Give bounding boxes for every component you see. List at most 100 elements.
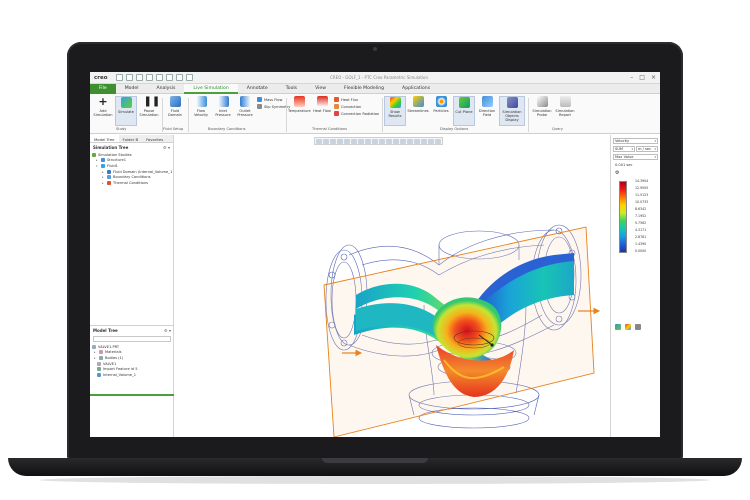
add-simulation-button[interactable]: + Add Simulation <box>92 96 114 126</box>
expand-icon[interactable]: ▸ <box>94 356 97 360</box>
fluid-domain-button[interactable]: Fluid Domain <box>164 96 186 126</box>
simulation-report-label: Simulation Report <box>555 109 575 118</box>
graphics-viewport[interactable] <box>174 135 610 437</box>
cut-plane-button[interactable]: Cut Plane <box>453 96 475 126</box>
save-icon[interactable] <box>136 74 143 81</box>
expand-icon[interactable]: ▸ <box>102 181 105 185</box>
show-results-icon <box>389 97 401 108</box>
simulation-probe-button[interactable]: Simulation Probe <box>531 96 553 126</box>
simulation-objects-display-icon <box>506 97 518 108</box>
tree-item-internal-volume[interactable]: Internal_Volume_1 <box>90 372 174 378</box>
close-window-icon[interactable] <box>186 74 193 81</box>
model-tree-filter-input[interactable] <box>93 336 171 342</box>
thermal-conditions-group-label: Thermal Conditions <box>312 127 347 131</box>
color-scale-icon[interactable] <box>625 324 631 330</box>
tree-item-fluid-domain[interactable]: ▸ Fluid Domain (Internal_Volume_1 <box>90 169 173 175</box>
minimize-icon[interactable]: – <box>630 74 633 81</box>
tab-applications[interactable]: Applications <box>393 84 439 94</box>
undo-icon[interactable] <box>146 74 153 81</box>
tree-item-thermal-conditions[interactable]: ▸ Thermal Conditions <box>90 180 173 186</box>
streamlines-button[interactable]: Streamlines <box>407 96 429 126</box>
legend-tick: 12.9505 <box>635 186 649 190</box>
simulation-report-button[interactable]: Simulation Report <box>554 96 576 126</box>
outlet-pressure-label: Outlet Pressure <box>237 109 253 118</box>
simulation-tree-header: Simulation Tree ⚙ ▾ <box>90 143 173 152</box>
temperature-button[interactable]: Temperature <box>288 96 311 126</box>
quantity-select[interactable]: Velocity ▾ <box>613 138 658 144</box>
expand-icon[interactable]: ▸ <box>102 175 105 179</box>
tab-file[interactable]: File <box>90 84 116 94</box>
legend-color-bar <box>619 181 627 253</box>
pause-simulation-button[interactable]: ❚❚ Pause Simulation <box>138 96 160 126</box>
inlet-pressure-button[interactable]: Inlet Pressure <box>212 96 234 126</box>
convection-radiation-label: Convection Radiation <box>341 111 380 116</box>
quantity-value: Velocity <box>615 139 630 143</box>
show-results-button[interactable]: Show Results <box>384 96 406 126</box>
outlet-pressure-button[interactable]: Outlet Pressure <box>234 96 256 126</box>
close-icon[interactable]: × <box>651 74 656 81</box>
simulation-result-graphic <box>323 224 601 437</box>
laptop-notch <box>322 458 428 463</box>
redo-icon[interactable] <box>156 74 163 81</box>
results-legend-panel: Velocity ▾ SUM ▾ m / sec ▾ Max Value ▾ 0… <box>610 135 660 437</box>
datum-icon <box>97 361 101 366</box>
simulation-objects-display-button[interactable]: Simulation Objects Display <box>499 96 525 126</box>
legend-tick: 5.7562 <box>635 221 647 225</box>
component-select[interactable]: SUM ▾ <box>613 146 635 152</box>
heat-flux-button[interactable]: Heat Flux <box>334 97 358 102</box>
particles-button[interactable]: Particles <box>430 96 452 126</box>
new-file-icon[interactable] <box>116 74 123 81</box>
convection-button[interactable]: Convection <box>334 104 361 109</box>
tree-settings-icon[interactable]: ⚙ ▾ <box>163 145 170 150</box>
streamlines-icon <box>412 96 424 107</box>
thermal-conditions-icon <box>107 180 111 185</box>
tab-view[interactable]: View <box>306 84 335 94</box>
legend-tick: 7.1952 <box>635 214 647 218</box>
pause-icon: ❚❚ <box>143 96 161 107</box>
tab-model-tree[interactable]: Model Tree <box>90 135 119 142</box>
expand-icon[interactable]: ▸ <box>102 170 105 174</box>
tab-folder-browser[interactable]: Folder B <box>119 135 143 142</box>
legend-tick: 0.0000 <box>635 249 647 253</box>
direction-field-button[interactable]: Direction Field <box>476 96 498 126</box>
model-tree-settings-icon[interactable]: ⚙ ▾ <box>164 328 171 333</box>
expand-icon[interactable]: ▸ <box>96 158 99 162</box>
open-file-icon[interactable] <box>126 74 133 81</box>
simulate-icon <box>120 97 132 108</box>
flow-velocity-button[interactable]: Flow Velocity <box>190 96 212 126</box>
collapse-icon[interactable]: ▾ <box>96 164 99 168</box>
probe-tool-icon[interactable] <box>615 324 621 330</box>
window-title: CREO - GOLF_1 - PTC Creo Parametric Simu… <box>330 75 428 80</box>
simulation-report-icon <box>559 96 571 107</box>
tab-favorites[interactable]: Favorites <box>142 135 167 142</box>
mass-flow-button[interactable]: Mass Flow <box>257 97 282 102</box>
tab-tools[interactable]: Tools <box>277 84 306 94</box>
expand-icon[interactable]: ▸ <box>94 350 97 354</box>
visibility-icon[interactable] <box>635 324 641 330</box>
query-group-label: Query <box>552 127 563 131</box>
legend-tick: 14.3904 <box>635 179 649 183</box>
heat-flow-button[interactable]: Heat Flow <box>311 96 333 126</box>
legend-tick: 10.0733 <box>635 200 649 204</box>
tab-live-simulation[interactable]: Live Simulation <box>184 84 238 94</box>
simulation-tree: Simulation Studies ▸ Structure1 ▾ Fluid1… <box>90 152 173 186</box>
units-select[interactable]: m / sec ▾ <box>636 146 658 152</box>
tab-flexible-modeling[interactable]: Flexible Modeling <box>335 84 393 94</box>
tab-annotate[interactable]: Annotate <box>238 84 277 94</box>
left-panel: Model Tree Folder B Favorites Simulation… <box>90 135 174 437</box>
convection-radiation-button[interactable]: Convection Radiation <box>334 111 379 116</box>
regenerate-icon[interactable] <box>166 74 173 81</box>
active-indicator-bar <box>90 394 174 396</box>
tab-model[interactable]: Model <box>116 84 148 94</box>
laptop-shadow <box>40 476 710 484</box>
range-mode-select[interactable]: Max Value ▾ <box>613 154 658 160</box>
simulation-probe-icon <box>536 96 548 107</box>
tab-analysis[interactable]: Analysis <box>147 84 184 94</box>
inlet-pressure-label: Inlet Pressure <box>215 109 231 118</box>
inlet-pressure-icon <box>217 96 229 107</box>
maximize-icon[interactable]: □ <box>639 74 645 81</box>
import-feature-icon <box>97 367 101 372</box>
simulate-button[interactable]: Simulate <box>115 96 137 126</box>
settings-icon[interactable]: ⚙ <box>615 170 619 176</box>
windows-icon[interactable] <box>176 74 183 81</box>
